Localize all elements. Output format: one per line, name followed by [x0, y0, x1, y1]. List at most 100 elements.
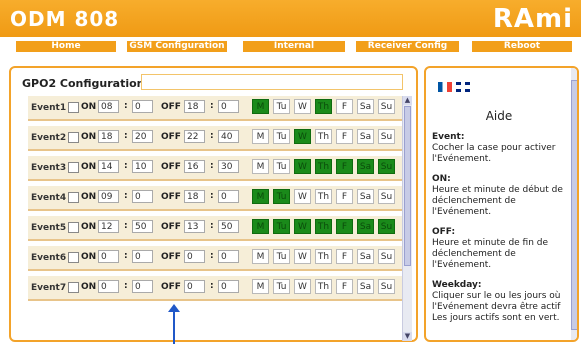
- weekday-button-th[interactable]: Th: [315, 189, 332, 204]
- weekday-button-su[interactable]: Su: [378, 99, 395, 114]
- off-hour-input[interactable]: 0: [184, 250, 205, 263]
- event-enable-checkbox[interactable]: [68, 282, 79, 293]
- weekday-button-tu[interactable]: Tu: [273, 249, 290, 264]
- off-minute-input[interactable]: 0: [218, 250, 239, 263]
- gpo-name-input[interactable]: [141, 74, 403, 90]
- off-minute-input[interactable]: 50: [218, 220, 239, 233]
- nav-internal-config-button[interactable]: Internal Configuration: [243, 41, 345, 62]
- help-scroll-thumb[interactable]: [571, 80, 577, 330]
- weekday-button-th[interactable]: Th: [315, 159, 332, 174]
- weekday-button-th[interactable]: Th: [315, 249, 332, 264]
- nav-reboot-button[interactable]: Reboot: [472, 41, 572, 52]
- weekday-button-su[interactable]: Su: [378, 129, 395, 144]
- weekday-button-su[interactable]: Su: [378, 249, 395, 264]
- weekday-button-th[interactable]: Th: [315, 129, 332, 144]
- weekday-button-su[interactable]: Su: [378, 159, 395, 174]
- scroll-down-icon[interactable]: ▼: [403, 332, 412, 341]
- event-list-scrollbar[interactable]: ▲ ▼: [402, 96, 412, 341]
- on-minute-input[interactable]: 0: [132, 190, 153, 203]
- scroll-thumb[interactable]: [404, 106, 411, 266]
- weekday-button-tu[interactable]: Tu: [273, 159, 290, 174]
- off-hour-input[interactable]: 22: [184, 130, 205, 143]
- off-label: OFF: [161, 282, 181, 292]
- weekday-button-f[interactable]: F: [336, 279, 353, 294]
- off-minute-input[interactable]: 0: [218, 100, 239, 113]
- weekday-button-w[interactable]: W: [294, 129, 311, 144]
- weekday-button-w[interactable]: W: [294, 249, 311, 264]
- event-enable-checkbox[interactable]: [68, 192, 79, 203]
- weekday-button-tu[interactable]: Tu: [273, 189, 290, 204]
- weekday-button-sa[interactable]: Sa: [357, 129, 374, 144]
- weekday-button-sa[interactable]: Sa: [357, 99, 374, 114]
- off-label: OFF: [161, 162, 181, 172]
- weekday-button-m[interactable]: M: [252, 249, 269, 264]
- weekday-button-su[interactable]: Su: [378, 279, 395, 294]
- on-minute-input[interactable]: 20: [132, 130, 153, 143]
- off-hour-input[interactable]: 13: [184, 220, 205, 233]
- off-hour-input[interactable]: 18: [184, 100, 205, 113]
- weekday-button-tu[interactable]: Tu: [273, 129, 290, 144]
- off-hour-input[interactable]: 0: [184, 280, 205, 293]
- on-minute-input[interactable]: 0: [132, 280, 153, 293]
- on-minute-input[interactable]: 10: [132, 160, 153, 173]
- weekday-button-f[interactable]: F: [336, 129, 353, 144]
- weekday-button-w[interactable]: W: [294, 219, 311, 234]
- weekday-button-m[interactable]: M: [252, 159, 269, 174]
- weekday-button-tu[interactable]: Tu: [273, 279, 290, 294]
- weekday-button-m[interactable]: M: [252, 279, 269, 294]
- weekday-button-f[interactable]: F: [336, 189, 353, 204]
- weekday-button-f[interactable]: F: [336, 159, 353, 174]
- weekday-button-su[interactable]: Su: [378, 219, 395, 234]
- off-hour-input[interactable]: 16: [184, 160, 205, 173]
- on-hour-input[interactable]: 14: [98, 160, 119, 173]
- nav-receiver-config-button[interactable]: Receiver Config: [356, 41, 459, 52]
- event-enable-checkbox[interactable]: [68, 102, 79, 113]
- on-hour-input[interactable]: 12: [98, 220, 119, 233]
- weekday-button-m[interactable]: M: [252, 129, 269, 144]
- weekday-button-w[interactable]: W: [294, 99, 311, 114]
- weekday-button-m[interactable]: M: [252, 219, 269, 234]
- on-minute-input[interactable]: 0: [132, 250, 153, 263]
- weekday-button-sa[interactable]: Sa: [357, 249, 374, 264]
- event-enable-checkbox[interactable]: [68, 162, 79, 173]
- on-hour-input[interactable]: 18: [98, 130, 119, 143]
- on-hour-input[interactable]: 0: [98, 280, 119, 293]
- off-minute-input[interactable]: 40: [218, 130, 239, 143]
- weekday-button-w[interactable]: W: [294, 189, 311, 204]
- weekday-button-tu[interactable]: Tu: [273, 99, 290, 114]
- weekday-button-m[interactable]: M: [252, 189, 269, 204]
- nav-gsm-config-button[interactable]: GSM Configuration: [127, 41, 227, 52]
- on-minute-input[interactable]: 50: [132, 220, 153, 233]
- weekday-button-th[interactable]: Th: [315, 219, 332, 234]
- on-hour-input[interactable]: 0: [98, 250, 119, 263]
- weekday-button-th[interactable]: Th: [315, 99, 332, 114]
- off-minute-input[interactable]: 30: [218, 160, 239, 173]
- weekday-button-w[interactable]: W: [294, 279, 311, 294]
- weekday-button-w[interactable]: W: [294, 159, 311, 174]
- weekday-button-f[interactable]: F: [336, 219, 353, 234]
- weekday-button-sa[interactable]: Sa: [357, 279, 374, 294]
- help-scrollbar[interactable]: [571, 68, 577, 340]
- french-flag-icon[interactable]: [438, 82, 452, 92]
- event-enable-checkbox[interactable]: [68, 252, 79, 263]
- weekday-button-f[interactable]: F: [336, 99, 353, 114]
- weekday-button-m[interactable]: M: [252, 99, 269, 114]
- uk-flag-icon[interactable]: [456, 82, 470, 92]
- weekday-button-sa[interactable]: Sa: [357, 189, 374, 204]
- weekday-button-su[interactable]: Su: [378, 189, 395, 204]
- event-enable-checkbox[interactable]: [68, 132, 79, 143]
- off-minute-input[interactable]: 0: [218, 190, 239, 203]
- weekday-button-sa[interactable]: Sa: [357, 159, 374, 174]
- on-hour-input[interactable]: 08: [98, 100, 119, 113]
- weekday-button-th[interactable]: Th: [315, 279, 332, 294]
- scroll-up-icon[interactable]: ▲: [403, 96, 412, 105]
- weekday-button-f[interactable]: F: [336, 249, 353, 264]
- on-minute-input[interactable]: 0: [132, 100, 153, 113]
- event-enable-checkbox[interactable]: [68, 222, 79, 233]
- off-hour-input[interactable]: 18: [184, 190, 205, 203]
- weekday-button-tu[interactable]: Tu: [273, 219, 290, 234]
- off-minute-input[interactable]: 0: [218, 280, 239, 293]
- nav-home-button[interactable]: Home: [16, 41, 116, 52]
- weekday-button-sa[interactable]: Sa: [357, 219, 374, 234]
- on-hour-input[interactable]: 09: [98, 190, 119, 203]
